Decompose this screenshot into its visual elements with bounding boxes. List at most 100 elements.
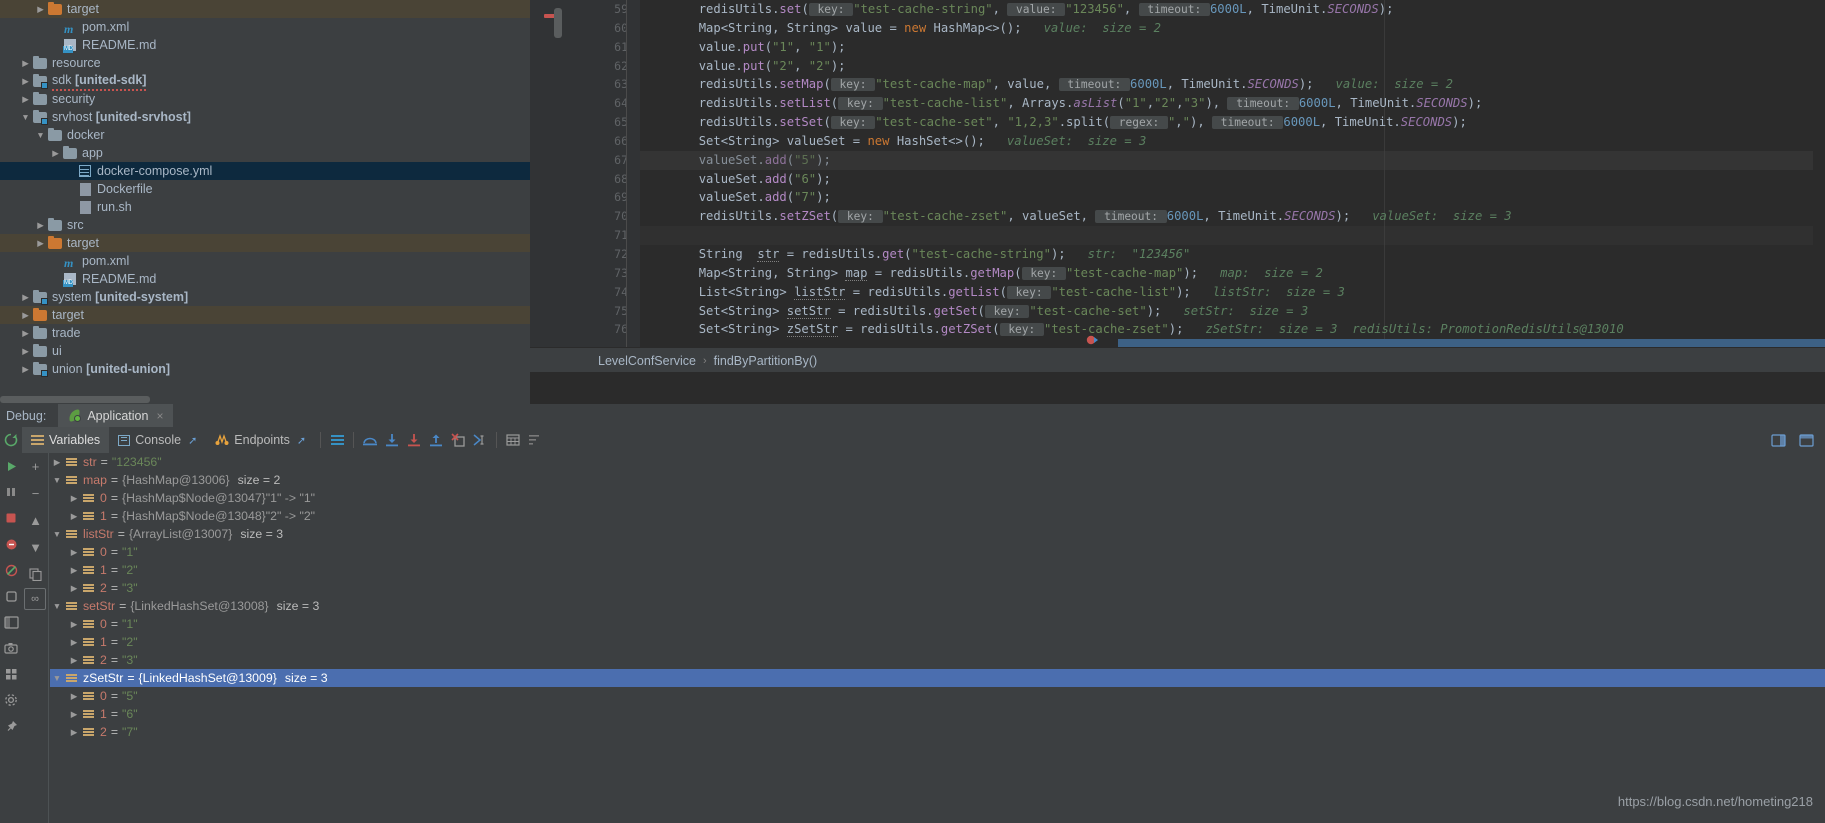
code-line[interactable]: valueSet.add("6");: [640, 170, 1825, 189]
settings-icon[interactable]: [0, 687, 22, 713]
move-up-icon[interactable]: ▲: [22, 507, 49, 534]
code-line[interactable]: Map<String, String> map = redisUtils.get…: [640, 264, 1825, 283]
variable-row[interactable]: ▶ 2 = "7": [50, 723, 1825, 741]
disclosure-triangle-icon[interactable]: ▶: [49, 144, 62, 162]
disclosure-triangle-icon[interactable]: ▼: [50, 471, 64, 489]
disclosure-triangle-icon[interactable]: ▶: [67, 705, 81, 723]
restore-layout-icon[interactable]: [0, 609, 22, 635]
disclosure-triangle-icon[interactable]: ▶: [67, 633, 81, 651]
code-line[interactable]: redisUtils.setZSet( key: "test-cache-zse…: [640, 207, 1825, 226]
drop-frame-icon[interactable]: [447, 429, 469, 451]
tab-variables[interactable]: Variables: [22, 427, 110, 453]
disclosure-triangle-icon[interactable]: ▶: [19, 54, 32, 72]
variable-row[interactable]: ▶ 2 = "3": [50, 579, 1825, 597]
tree-row[interactable]: README.md: [0, 270, 530, 288]
disclosure-triangle-icon[interactable]: ▶: [67, 615, 81, 633]
close-icon[interactable]: ×: [156, 409, 163, 423]
disclosure-triangle-icon[interactable]: ▶: [67, 579, 81, 597]
view-breakpoints-icon[interactable]: [0, 531, 22, 557]
move-down-icon[interactable]: ▼: [22, 534, 49, 561]
step-out-icon[interactable]: [425, 429, 447, 451]
tree-row[interactable]: README.md: [0, 36, 530, 54]
disclosure-triangle-icon[interactable]: ▶: [34, 0, 47, 18]
disclosure-triangle-icon[interactable]: ▶: [19, 306, 32, 324]
debug-toolbar-right[interactable]: [1767, 427, 1817, 453]
variable-row[interactable]: ▶ 0 = "1": [50, 615, 1825, 633]
rerun-icon[interactable]: [0, 427, 22, 453]
code-line[interactable]: value.put("1", "1");: [640, 38, 1825, 57]
stop-icon[interactable]: [0, 505, 22, 531]
editor-gutter[interactable]: 59 60 61 62 63 64 65 66 67 68 69 70 71 72 73 74 75 76: [530, 0, 640, 347]
code-line[interactable]: redisUtils.setMap( key: "test-cache-map"…: [640, 75, 1825, 94]
code-folding-strip[interactable]: [626, 0, 640, 347]
mute-breakpoints-icon[interactable]: [0, 557, 22, 583]
disclosure-triangle-icon[interactable]: ▶: [19, 72, 32, 90]
variable-row[interactable]: ▶ 1 = {HashMap$Node@13048} "2" -> "2": [50, 507, 1825, 525]
disclosure-triangle-icon[interactable]: ▶: [67, 687, 81, 705]
variables-gutter-toolbar[interactable]: + − ▲ ▼ ∞: [22, 453, 49, 823]
editor-vertical-scrollbar-thumb[interactable]: [554, 8, 562, 38]
disclosure-triangle-icon[interactable]: ▶: [50, 453, 64, 471]
disclosure-triangle-icon[interactable]: ▶: [19, 342, 32, 360]
editor-scrollbar-track[interactable]: [1813, 0, 1825, 347]
disclosure-triangle-icon[interactable]: ▶: [67, 651, 81, 669]
pin-tab-icon-2[interactable]: ➚: [297, 434, 306, 447]
scrollbar-thumb[interactable]: [0, 396, 150, 403]
tree-row[interactable]: ▶ trade: [0, 324, 530, 342]
variable-row[interactable]: ▼ zSetStr = {LinkedHashSet@13009} size = 3: [50, 669, 1825, 687]
tree-row[interactable]: m pom.xml: [0, 252, 530, 270]
sort-values-icon[interactable]: [524, 429, 546, 451]
tree-row[interactable]: ▼ docker: [0, 126, 530, 144]
tree-row[interactable]: Dockerfile: [0, 180, 530, 198]
disclosure-triangle-icon[interactable]: ▶: [19, 324, 32, 342]
remove-watch-icon[interactable]: −: [22, 480, 49, 507]
step-into-icon[interactable]: [381, 429, 403, 451]
disclosure-triangle-icon[interactable]: ▼: [34, 126, 47, 144]
step-over-icon[interactable]: [359, 429, 381, 451]
variable-row[interactable]: ▼ listStr = {ArrayList@13007} size = 3: [50, 525, 1825, 543]
disclosure-triangle-icon[interactable]: ▶: [67, 561, 81, 579]
tree-row[interactable]: ▶ union [united-union]: [0, 360, 530, 378]
breadcrumb[interactable]: LevelConfService › findByPartitionBy(): [588, 348, 817, 373]
code-line[interactable]: value.put("2", "2");: [640, 57, 1825, 76]
variable-row[interactable]: ▶ 0 = {HashMap$Node@13047} "1" -> "1": [50, 489, 1825, 507]
disclosure-triangle-icon[interactable]: ▶: [19, 360, 32, 378]
variables-tree[interactable]: ▶ str = "123456" ▼ map = {HashMap@13006} size = …: [50, 453, 1825, 741]
variable-row[interactable]: ▶ 2 = "3": [50, 651, 1825, 669]
tree-row[interactable]: ▼ srvhost [united-srvhost]: [0, 108, 530, 126]
pin-tab-icon[interactable]: ➚: [188, 434, 197, 447]
debug-left-toolbar[interactable]: [0, 427, 22, 823]
variable-row[interactable]: ▼ setStr = {LinkedHashSet@13008} size = 3: [50, 597, 1825, 615]
grid-layout-icon[interactable]: [0, 661, 22, 687]
tree-row[interactable]: ▶ target: [0, 306, 530, 324]
evaluate-expression-icon[interactable]: [502, 429, 524, 451]
code-content[interactable]: redisUtils.set( key: "test-cache-string"…: [640, 0, 1825, 347]
tree-row[interactable]: ▶ target: [0, 0, 530, 18]
disclosure-triangle-icon[interactable]: ▼: [50, 597, 64, 615]
disclosure-triangle-icon[interactable]: ▼: [50, 525, 64, 543]
settings-gear-right-icon[interactable]: [1767, 429, 1789, 451]
code-line[interactable]: Set<String> valueSet = new HashSet<>(); …: [640, 132, 1825, 151]
variable-row[interactable]: ▶ 1 = "2": [50, 633, 1825, 651]
disclosure-triangle-icon[interactable]: ▶: [34, 234, 47, 252]
pin-icon[interactable]: [0, 713, 22, 739]
tree-row[interactable]: m pom.xml: [0, 18, 530, 36]
layout-settings-icon[interactable]: [1795, 429, 1817, 451]
breadcrumb-class[interactable]: LevelConfService: [598, 354, 696, 368]
pause-program-icon[interactable]: [0, 479, 22, 505]
settings-gear-icon[interactable]: [0, 583, 22, 609]
variable-row[interactable]: ▶ 0 = "5": [50, 687, 1825, 705]
tree-row[interactable]: ▶ system [united-system]: [0, 288, 530, 306]
variables-panel[interactable]: + − ▲ ▼ ∞ ▶ str = "123456" ▼ map = {HashMap@130…: [22, 453, 1825, 823]
watches-icon[interactable]: ∞: [24, 588, 46, 610]
breakpoint-bottom-icon[interactable]: [1086, 334, 1104, 346]
breadcrumb-method[interactable]: findByPartitionBy(): [714, 354, 818, 368]
variable-row[interactable]: ▼ map = {HashMap@13006} size = 2: [50, 471, 1825, 489]
add-watch-icon[interactable]: +: [22, 453, 49, 480]
disclosure-triangle-icon[interactable]: ▶: [67, 489, 81, 507]
code-line[interactable]: Set<String> zSetStr = redisUtils.getZSet…: [640, 320, 1825, 339]
disclosure-triangle-icon[interactable]: ▶: [19, 288, 32, 306]
tree-row[interactable]: ▶ sdk [united-sdk]: [0, 72, 530, 91]
disclosure-triangle-icon[interactable]: ▶: [67, 723, 81, 741]
variable-row[interactable]: ▶ 1 = "2": [50, 561, 1825, 579]
